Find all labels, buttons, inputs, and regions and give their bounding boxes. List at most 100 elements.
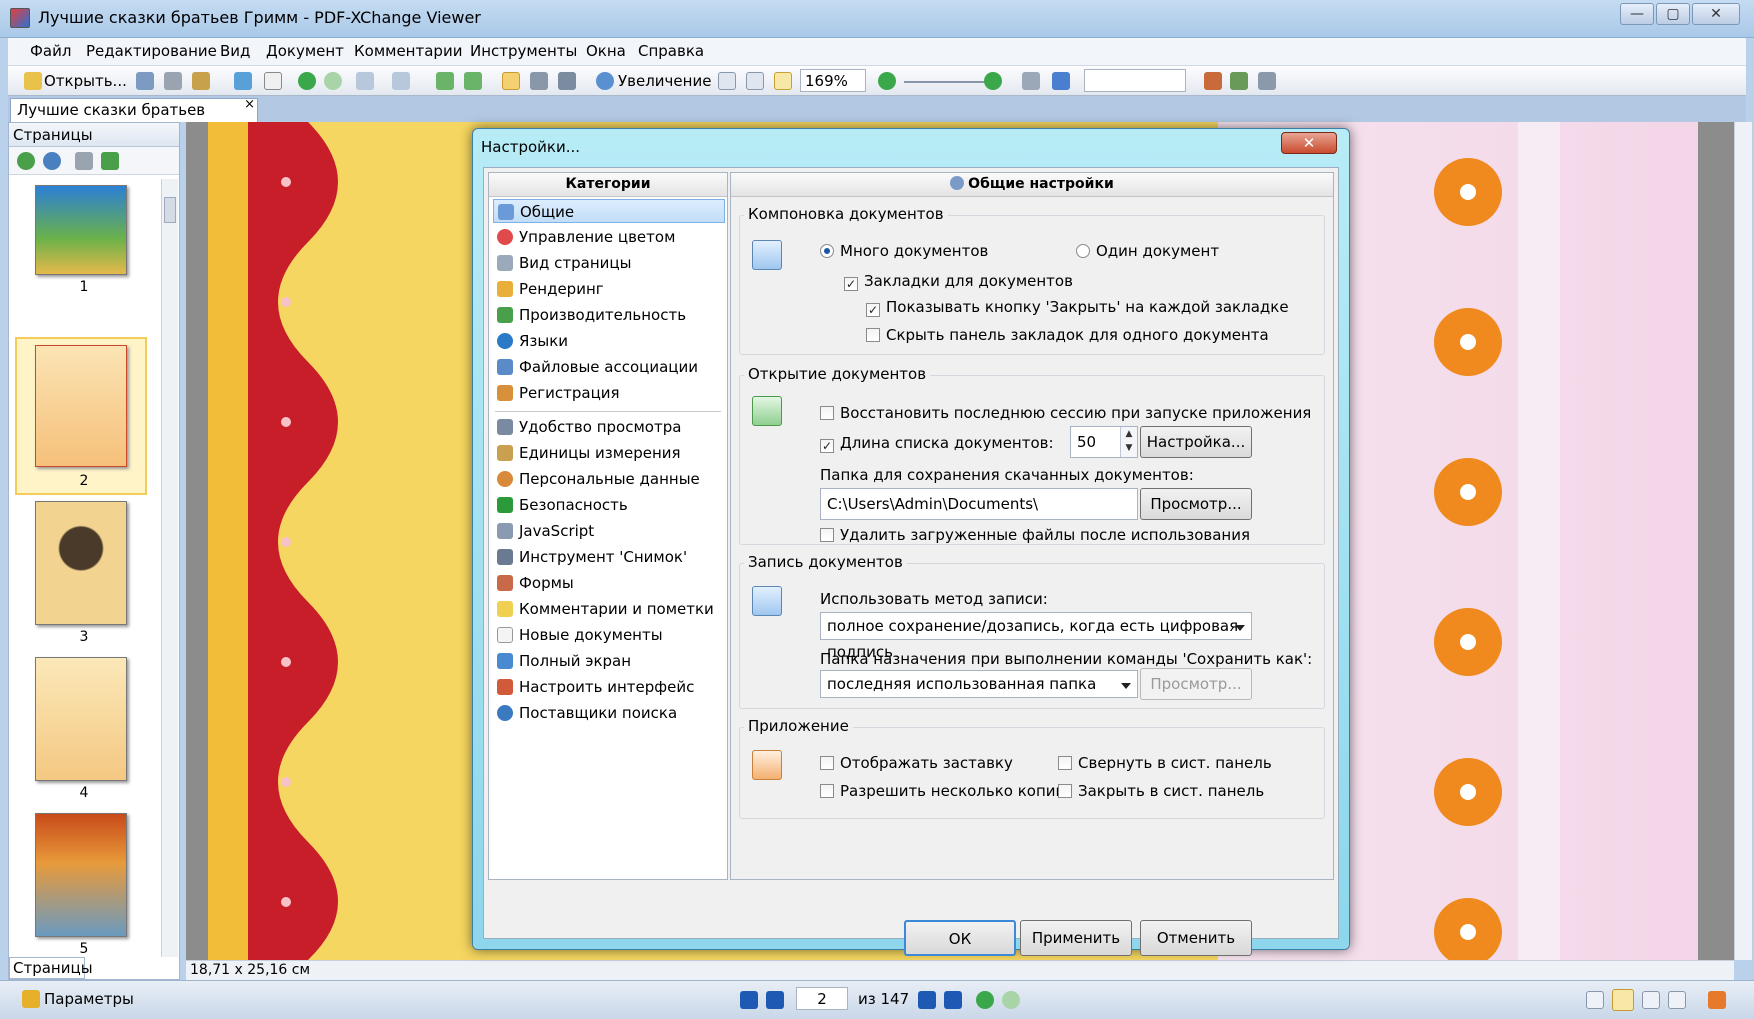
zoom-field[interactable]: 169%: [800, 69, 866, 92]
save-method-select[interactable]: полное сохранение/дозапись, когда есть ц…: [820, 612, 1252, 661]
menu-tools[interactable]: Инструменты: [470, 42, 577, 60]
maximize-button[interactable]: ▢: [1656, 3, 1690, 25]
settings-tool-icon[interactable]: [1258, 72, 1276, 90]
document-vscrollbar[interactable]: [1734, 122, 1752, 960]
page-thumbnail-3[interactable]: [35, 501, 127, 625]
category-new-documents[interactable]: Новые документы: [493, 623, 725, 647]
category-units[interactable]: Единицы измерения: [493, 441, 725, 465]
pages-scroll-thumb[interactable]: [164, 197, 176, 223]
params-icon[interactable]: [22, 990, 40, 1008]
search-engine-icon[interactable]: [1052, 72, 1070, 90]
page-thumbnail-4[interactable]: [35, 657, 127, 781]
category-forms[interactable]: Формы: [493, 571, 725, 595]
enlarge-thumbs-icon[interactable]: [17, 152, 35, 170]
pages-bottom-tab[interactable]: Страницы: [9, 957, 93, 979]
category-comments[interactable]: Комментарии и пометки: [493, 597, 725, 621]
multi-instance-checkbox[interactable]: Разрешить несколько копий: [820, 782, 1065, 800]
category-identity[interactable]: Персональные данные: [493, 467, 725, 491]
browse-saveas-button[interactable]: Просмотр...: [1140, 668, 1252, 700]
scan-icon[interactable]: [234, 72, 252, 90]
category-general[interactable]: Общие: [493, 199, 725, 223]
single-page-icon[interactable]: [1586, 991, 1604, 1009]
configure-button[interactable]: Настройка...: [1140, 426, 1252, 458]
show-close-checkbox[interactable]: ✓ Показывать кнопку 'Закрыть' на каждой з…: [866, 298, 1289, 317]
minimize-button[interactable]: —: [1620, 3, 1654, 25]
open-icon[interactable]: [24, 72, 42, 90]
category-snapshot-tool[interactable]: Инструмент 'Снимок': [493, 545, 725, 569]
document-hscrollbar[interactable]: 18,71 x 25,16 см: [186, 960, 1734, 980]
params-button[interactable]: Параметры: [44, 990, 134, 1008]
spinner-arrows-icon[interactable]: ▲ ▼: [1120, 427, 1137, 457]
category-page-view[interactable]: Вид страницы: [493, 251, 725, 275]
cancel-button[interactable]: Отменить: [1140, 920, 1252, 956]
rotate-left-icon[interactable]: [436, 72, 454, 90]
splash-checkbox[interactable]: Отображать заставку: [820, 754, 1013, 772]
export-icon[interactable]: [192, 72, 210, 90]
last-page-icon[interactable]: [944, 991, 962, 1009]
pages-scrollbar[interactable]: [161, 179, 178, 957]
close-tab-icon[interactable]: ×: [244, 97, 255, 112]
print-icon[interactable]: [164, 72, 182, 90]
menu-document[interactable]: Документ: [266, 42, 344, 60]
forward-icon[interactable]: [324, 72, 342, 90]
open-button[interactable]: Открыть...: [44, 72, 127, 90]
category-file-associations[interactable]: Файловые ассоциации: [493, 355, 725, 379]
doc-tabs-checkbox[interactable]: ✓ Закладки для документов: [844, 272, 1073, 291]
zoom-in-icon[interactable]: [984, 72, 1002, 90]
continuous-page-icon[interactable]: [1612, 989, 1634, 1011]
status-options-icon[interactable]: [1708, 991, 1726, 1009]
browse-download-button[interactable]: Просмотр...: [1140, 488, 1252, 520]
ocr-icon[interactable]: [264, 72, 282, 90]
undo-icon[interactable]: [356, 72, 374, 90]
close-window-button[interactable]: ✕: [1692, 3, 1740, 25]
redo-icon[interactable]: [392, 72, 410, 90]
page-thumbnail-5[interactable]: [35, 813, 127, 937]
nav-back-icon[interactable]: [976, 991, 994, 1009]
apply-button[interactable]: Применить: [1020, 920, 1132, 956]
find-icon[interactable]: [1204, 72, 1222, 90]
zoom-out-icon[interactable]: [878, 72, 896, 90]
hand-tool-icon[interactable]: [502, 72, 520, 90]
document-tab[interactable]: Лучшие сказки братьев Гримм ×: [10, 97, 258, 137]
zoom-tool-icon[interactable]: [596, 72, 614, 90]
delete-downloaded-checkbox[interactable]: Удалить загруженные файлы после использо…: [820, 526, 1250, 544]
dialog-close-button[interactable]: ✕: [1281, 132, 1337, 154]
category-color-management[interactable]: Управление цветом: [493, 225, 725, 249]
category-search-providers[interactable]: Поставщики поиска: [493, 701, 725, 725]
menu-edit[interactable]: Редактирование: [86, 42, 217, 60]
menu-comments[interactable]: Комментарии: [354, 42, 462, 60]
continuous-facing-icon[interactable]: [1668, 991, 1686, 1009]
print-pages-icon[interactable]: [75, 152, 93, 170]
page-number-input[interactable]: 2: [796, 987, 848, 1010]
saveas-folder-select[interactable]: последняя использованная папка: [820, 670, 1138, 698]
menu-view[interactable]: Вид: [220, 42, 250, 60]
category-languages[interactable]: Языки: [493, 329, 725, 353]
category-rendering[interactable]: Рендеринг: [493, 277, 725, 301]
restore-session-checkbox[interactable]: Восстановить последнюю сессию при запуск…: [820, 404, 1311, 422]
back-icon[interactable]: [298, 72, 316, 90]
minimize-tray-checkbox[interactable]: Свернуть в сист. панель: [1058, 754, 1272, 772]
page-thumbnail-1[interactable]: [35, 185, 127, 275]
view-icon[interactable]: [1022, 72, 1040, 90]
category-performance[interactable]: Производительность: [493, 303, 725, 327]
hide-tabbar-checkbox[interactable]: Скрыть панель закладок для одного докуме…: [866, 326, 1269, 344]
select-tool-icon[interactable]: [558, 72, 576, 90]
fit-page-icon[interactable]: [746, 72, 764, 90]
actual-size-icon[interactable]: [718, 72, 736, 90]
one-doc-radio[interactable]: Один документ: [1076, 242, 1219, 260]
category-security[interactable]: Безопасность: [493, 493, 725, 517]
page-thumbnail-2[interactable]: [35, 345, 127, 467]
category-registration[interactable]: Регистрация: [493, 381, 725, 405]
next-page-icon[interactable]: [918, 991, 936, 1009]
first-page-icon[interactable]: [740, 991, 758, 1009]
category-accessibility[interactable]: Удобство просмотра: [493, 415, 725, 439]
menu-help[interactable]: Справка: [638, 42, 704, 60]
nav-forward-icon[interactable]: [1002, 991, 1020, 1009]
reduce-thumbs-icon[interactable]: [43, 152, 61, 170]
category-javascript[interactable]: JavaScript: [493, 519, 725, 543]
close-tray-checkbox[interactable]: Закрыть в сист. панель: [1058, 782, 1264, 800]
search-input[interactable]: [1084, 69, 1186, 92]
doc-list-length-checkbox[interactable]: ✓ Длина списка документов:: [820, 434, 1054, 453]
menu-file[interactable]: Файл: [30, 42, 71, 60]
many-docs-radio[interactable]: Много документов: [820, 242, 988, 260]
